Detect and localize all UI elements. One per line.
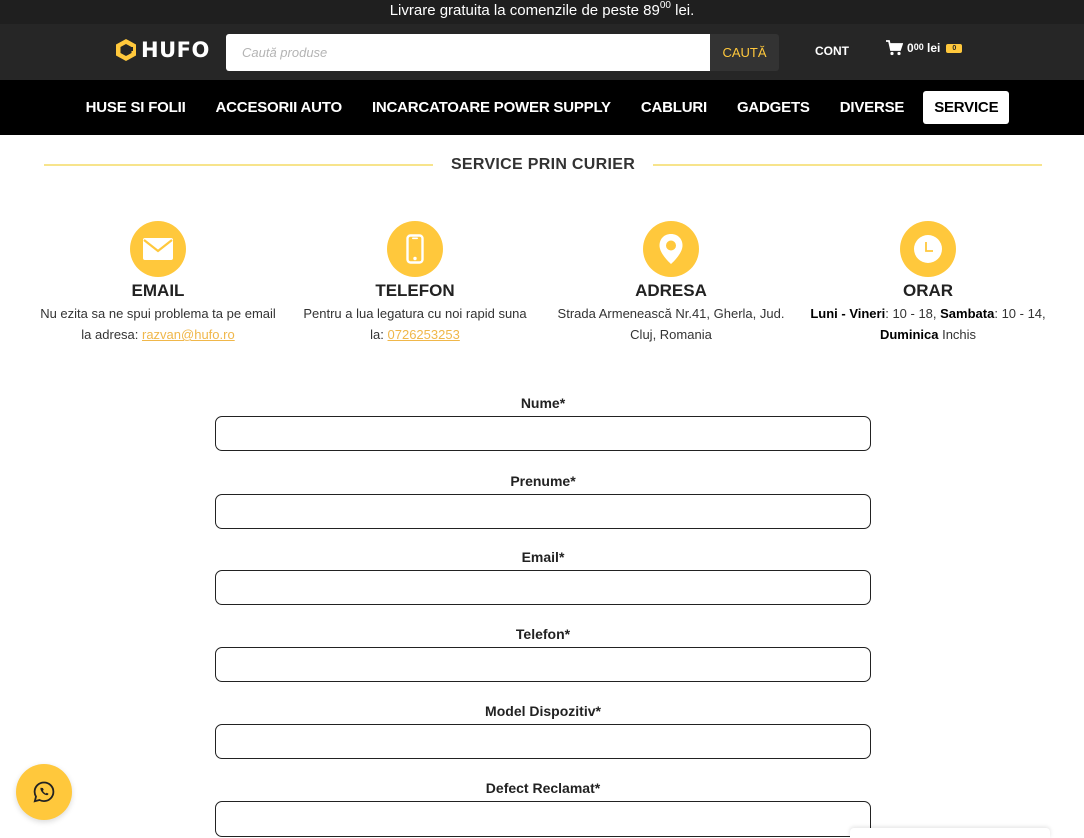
envelope-icon	[143, 238, 173, 260]
phone-title: TELEFON	[375, 281, 455, 300]
search-input[interactable]	[226, 34, 710, 71]
search-button[interactable]: CAUTĂ	[710, 34, 779, 71]
field-nume: Nume*	[215, 394, 871, 451]
weekdays-hours: : 10 - 18,	[885, 306, 941, 321]
floating-panel-edge	[850, 828, 1050, 838]
email-title: EMAIL	[131, 281, 185, 300]
banner-decimals: 00	[659, 0, 671, 11]
saturday-label: Sambata	[940, 306, 995, 321]
email-label: Email*	[521, 549, 565, 565]
field-email: Email*	[215, 548, 871, 605]
whatsapp-icon	[33, 781, 55, 803]
telefon-label: Telefon*	[515, 626, 571, 642]
model-dispozitiv-input[interactable]	[215, 724, 871, 759]
prenume-label: Prenume*	[510, 473, 576, 489]
hufo-logo-icon	[116, 39, 136, 61]
nume-label: Nume*	[520, 395, 566, 411]
contact-email-block: EMAIL Nu ezita sa ne spui problema ta pe…	[38, 221, 278, 345]
nav-item-accesorii-auto[interactable]: ACCESORII AUTO	[205, 91, 353, 124]
email-input[interactable]	[215, 570, 871, 605]
address-title: ADRESA	[635, 281, 707, 300]
cart-amount: 0	[907, 41, 914, 55]
contact-address-block: ADRESA Strada Armenească Nr.41, Gherla, …	[551, 221, 791, 345]
search-bar: CAUTĂ	[226, 34, 779, 71]
telefon-input[interactable]	[215, 647, 871, 682]
phone-link[interactable]: 0726253253	[388, 327, 460, 342]
weekdays-label: Luni - Vineri	[810, 306, 886, 321]
banner-currency: lei.	[670, 2, 695, 19]
hours-title: ORAR	[902, 281, 954, 300]
heading-divider-right	[653, 164, 1043, 166]
model-dispozitiv-label: Model Dispozitiv*	[485, 703, 601, 719]
site-header: HUFO CAUTĂ CONT 000 lei 0	[0, 24, 1084, 80]
logo-text: HUFO	[141, 38, 210, 62]
cart-button[interactable]: 0 00 lei 0	[886, 40, 963, 56]
email-icon-circle	[130, 221, 186, 277]
phone-description: Pentru a lua legatura cu noi rapid suna …	[295, 303, 535, 345]
cart-count-badge: 0	[946, 43, 963, 53]
phone-icon	[406, 234, 424, 264]
address-icon-circle	[643, 221, 699, 277]
phone-icon-circle	[387, 221, 443, 277]
nav-item-cabluri[interactable]: CABLURI	[630, 91, 718, 124]
whatsapp-chat-button[interactable]	[16, 764, 72, 820]
email-link[interactable]: razvan@hufo.ro	[142, 327, 235, 342]
contact-hours-block: ORAR Luni - Vineri: 10 - 18, Sambata: 10…	[808, 221, 1048, 345]
cart-decimals: 00	[913, 42, 924, 52]
banner-text: Livrare gratuita la comenzile de peste 8…	[389, 2, 660, 19]
saturday-hours: : 10 - 14,	[994, 306, 1046, 321]
hours-icon-circle	[900, 221, 956, 277]
section-title: SERVICE PRIN CURIER	[450, 156, 636, 173]
defect-reclamat-input[interactable]	[215, 801, 871, 837]
contact-phone-block: TELEFON Pentru a lua legatura cu noi rap…	[295, 221, 535, 345]
field-defect-reclamat: Defect Reclamat*	[215, 779, 871, 837]
cart-icon	[886, 40, 903, 56]
heading-divider-left	[44, 164, 433, 166]
field-prenume: Prenume*	[215, 472, 871, 529]
free-shipping-banner: Livrare gratuita la comenzile de peste 8…	[0, 0, 1084, 24]
address-text: Strada Armenească Nr.41, Gherla, Jud. Cl…	[557, 306, 785, 342]
clock-icon	[914, 235, 942, 263]
nav-item-huse-si-folii[interactable]: HUSE SI FOLII	[75, 91, 197, 124]
nav-item-incarcatoare[interactable]: INCARCATOARE POWER SUPPLY	[361, 91, 622, 124]
defect-reclamat-label: Defect Reclamat*	[485, 780, 601, 796]
nav-item-service[interactable]: SERVICE	[923, 91, 1010, 124]
cart-currency: lei	[927, 41, 941, 55]
email-description: Nu ezita sa ne spui problema ta pe email…	[38, 303, 278, 345]
section-heading: SERVICE PRIN CURIER	[44, 155, 1043, 175]
field-model-dispozitiv: Model Dispozitiv*	[215, 702, 871, 759]
location-pin-icon	[659, 234, 683, 264]
nav-item-diverse[interactable]: DIVERSE	[829, 91, 915, 124]
sunday-hours: Inchis	[938, 327, 977, 342]
sunday-label: Duminica	[879, 327, 939, 342]
nume-input[interactable]	[215, 416, 871, 451]
field-telefon: Telefon*	[215, 625, 871, 682]
prenume-input[interactable]	[215, 494, 871, 529]
nav-item-gadgets[interactable]: GADGETS	[726, 91, 821, 124]
account-link[interactable]: CONT	[815, 44, 849, 58]
hours-description: Luni - Vineri: 10 - 18, Sambata: 10 - 14…	[808, 303, 1048, 345]
main-navigation: HUSE SI FOLII ACCESORII AUTO INCARCATOAR…	[0, 80, 1084, 135]
site-logo[interactable]: HUFO	[115, 38, 210, 62]
